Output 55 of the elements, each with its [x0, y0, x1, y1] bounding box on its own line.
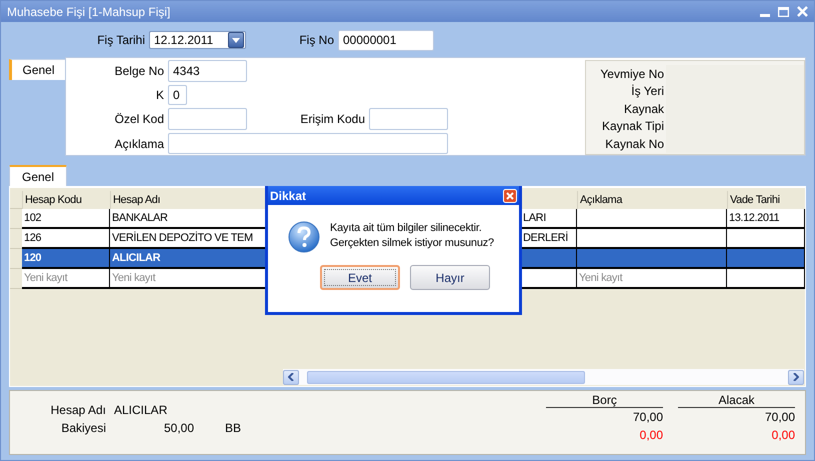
tab[interactable]: Genel	[9, 59, 65, 80]
column-header: Alacak	[678, 393, 795, 408]
tab[interactable]: Genel	[9, 165, 67, 186]
maximize-icon[interactable]	[778, 6, 789, 16]
field-value: ALICILAR	[114, 403, 168, 417]
field-label: Kaynak Tipi	[600, 119, 665, 134]
dropdown-button[interactable]	[228, 32, 244, 48]
question-icon	[288, 221, 320, 253]
table-cell: LARI	[521, 209, 577, 229]
table-cell: 102	[22, 209, 110, 229]
input-field[interactable]: 00000001	[338, 30, 434, 50]
input-field[interactable]	[369, 108, 448, 130]
total-value: 70,00	[764, 409, 795, 426]
dialog-button[interactable]: Evet	[320, 265, 400, 290]
table-cell: 120	[22, 249, 110, 269]
dialog-button[interactable]: Hayır	[410, 265, 490, 290]
scroll-right-button[interactable]	[788, 370, 804, 384]
table-cell: DERLERİ	[521, 229, 577, 249]
field-label: Hesap Adı	[50, 403, 106, 417]
field-label: Açıklama	[114, 136, 164, 150]
field-label: Fiş Tarihi	[96, 33, 145, 47]
field-label: Belge No	[114, 64, 164, 78]
field-label: Fiş No	[298, 33, 334, 47]
field-label: Yevmiye No	[599, 66, 665, 81]
total-value: 70,00	[632, 409, 663, 426]
field-label: K	[154, 88, 164, 102]
field-label: Erişim Kodu	[299, 112, 365, 126]
field-label: Kaynak No	[604, 136, 665, 151]
column-header: Borç	[546, 393, 663, 408]
date-field[interactable]: 12.12.2011	[149, 31, 246, 49]
field-label: Kaynak	[622, 102, 665, 116]
field-label: Özel Kod	[114, 112, 164, 126]
field-value: 50,00	[162, 421, 194, 435]
window-title: Muhasebe Fişi [1-Mahsup Fişi]	[7, 4, 172, 18]
table-cell: 126	[22, 229, 110, 249]
input-field[interactable]	[168, 133, 448, 154]
caret-icon	[232, 38, 240, 42]
field-label: İş Yeri	[630, 84, 665, 98]
field-value: BB	[225, 421, 242, 435]
total-value: 0,00	[638, 427, 663, 444]
table-cell: 13.12.2011	[727, 209, 805, 229]
dialog-title: Dikkat	[270, 188, 306, 202]
field-label: Bakiyesi	[60, 421, 106, 435]
input-field[interactable]: 0	[168, 85, 187, 105]
table-cell: Yeni kayıt	[577, 269, 727, 289]
scroll-thumb[interactable]	[307, 370, 585, 384]
total-value: 0,00	[770, 427, 795, 444]
table-cell: Yeni kayıt	[22, 269, 110, 289]
close-icon[interactable]	[503, 188, 517, 202]
scroll-left-button[interactable]	[283, 370, 299, 384]
close-icon[interactable]	[797, 6, 808, 17]
table-cell	[521, 249, 577, 269]
horizontal-scrollbar[interactable]	[283, 369, 804, 385]
input-field[interactable]	[168, 108, 247, 130]
input-field[interactable]: 4343	[168, 60, 247, 82]
